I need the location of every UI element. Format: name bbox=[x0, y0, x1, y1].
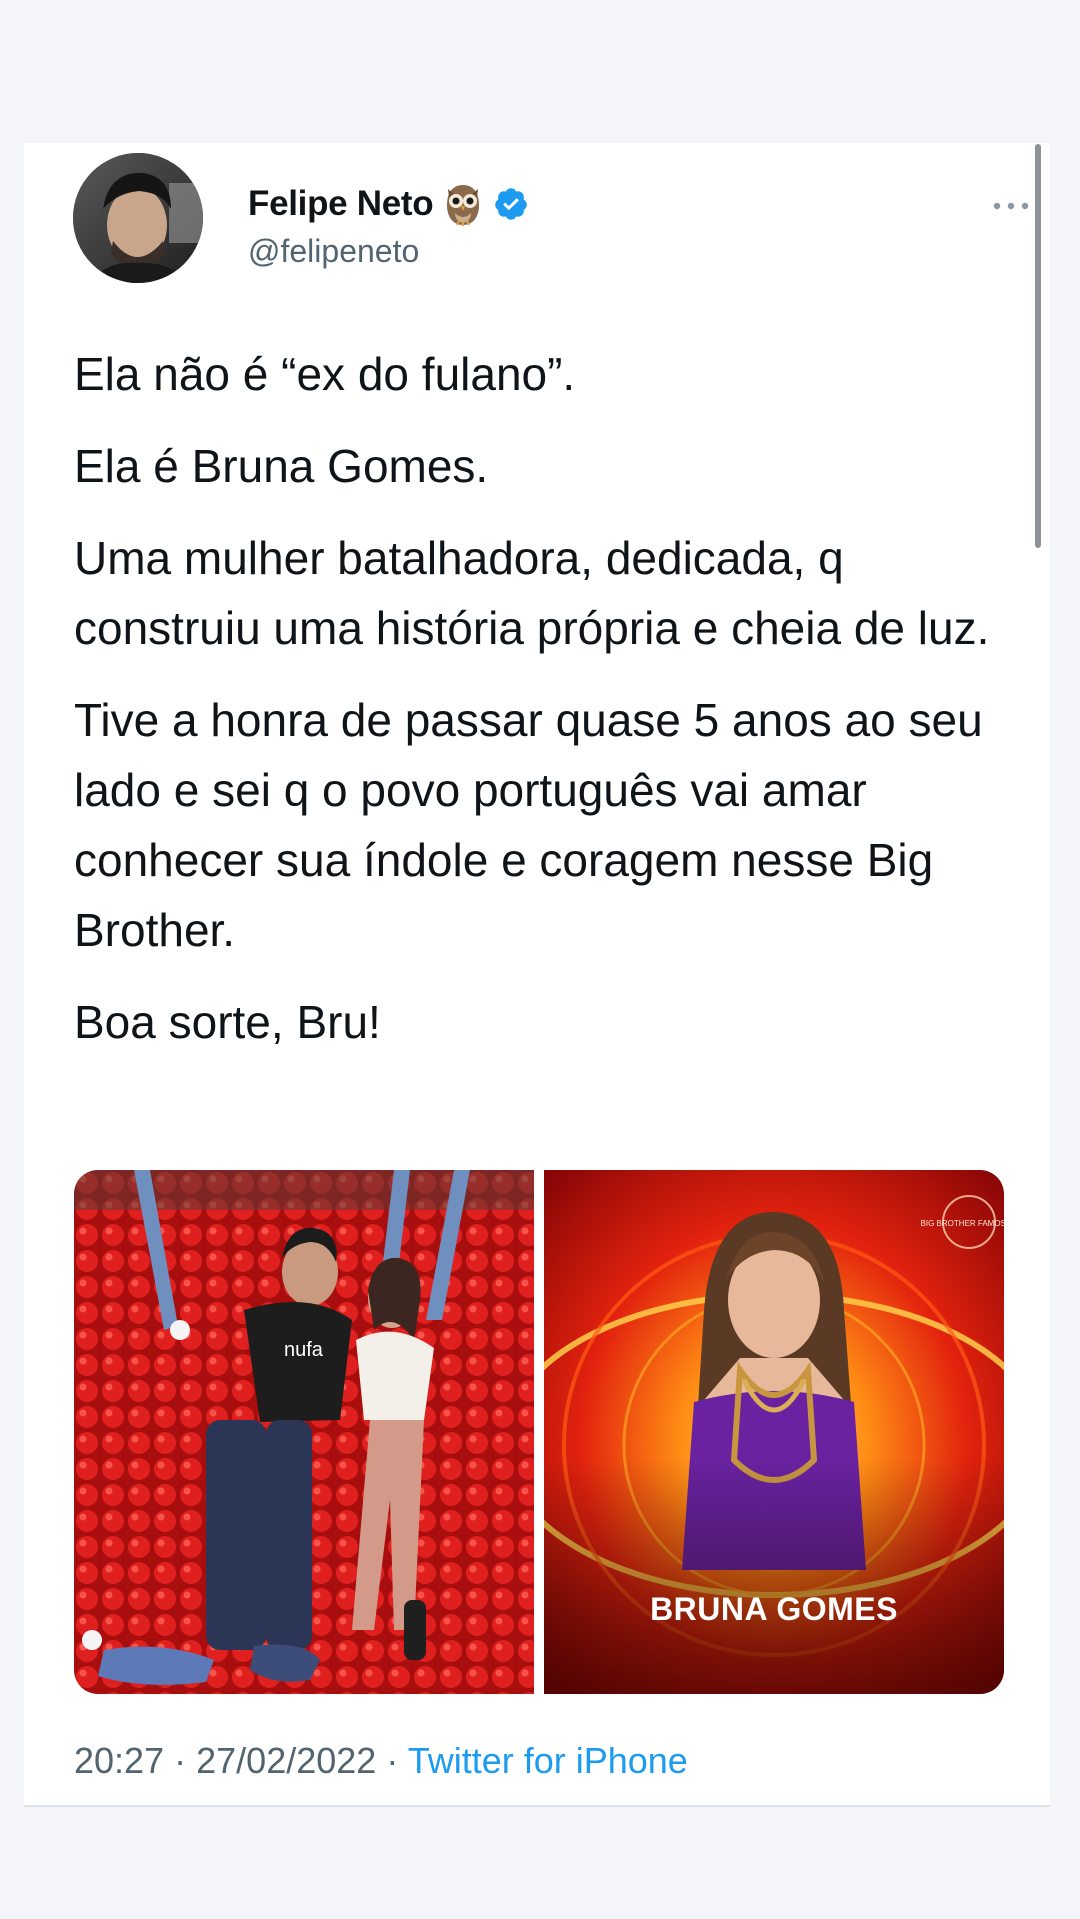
tweet-paragraph: Uma mulher batalhadora, dedicada, q cons… bbox=[74, 532, 990, 654]
tweet-paragraph: Boa sorte, Bru! bbox=[74, 996, 381, 1048]
more-icon[interactable] bbox=[991, 199, 1031, 213]
tweet-card: Felipe Neto @felipeneto Ela não é “ex do… bbox=[24, 143, 1050, 1807]
tweet-paragraph: Ela é Bruna Gomes. bbox=[74, 440, 489, 492]
tweet-paragraph: Tive a honra de passar quase 5 anos ao s… bbox=[74, 694, 983, 956]
owl-icon bbox=[447, 185, 480, 226]
tweet-media: nufa BRUNA GOMES BIG BROTHER FAMOS bbox=[74, 1170, 1004, 1694]
media-image-1[interactable]: nufa bbox=[74, 1170, 534, 1694]
meta-separator: · bbox=[174, 1740, 187, 1781]
author-name-row: Felipe Neto bbox=[248, 181, 529, 227]
scrollbar[interactable] bbox=[1035, 144, 1041, 548]
author-handle[interactable]: @felipeneto bbox=[248, 233, 419, 270]
meta-separator: · bbox=[386, 1740, 399, 1781]
tweet-source-link[interactable]: Twitter for iPhone bbox=[408, 1740, 688, 1781]
tweet-header: Felipe Neto @felipeneto bbox=[73, 153, 1029, 283]
media-image-2[interactable]: BRUNA GOMES BIG BROTHER FAMOSOS bbox=[544, 1170, 1004, 1694]
media-caption: BRUNA GOMES bbox=[650, 1591, 898, 1627]
tweet-meta: 20:27 · 27/02/2022 · Twitter for iPhone bbox=[74, 1740, 688, 1782]
tweet-time[interactable]: 20:27 bbox=[74, 1740, 164, 1781]
avatar[interactable] bbox=[73, 153, 203, 283]
shirt-text: nufa bbox=[284, 1339, 324, 1361]
tweet-text: Ela não é “ex do fulano”. Ela é Bruna Go… bbox=[74, 339, 1034, 1079]
tweet-paragraph: Ela não é “ex do fulano”. bbox=[74, 348, 576, 400]
show-logo: BIG BROTHER FAMOSOS bbox=[921, 1219, 1004, 1228]
tweet-date[interactable]: 27/02/2022 bbox=[196, 1740, 376, 1781]
verified-badge-icon bbox=[495, 188, 528, 220]
display-name[interactable]: Felipe Neto bbox=[248, 184, 434, 224]
